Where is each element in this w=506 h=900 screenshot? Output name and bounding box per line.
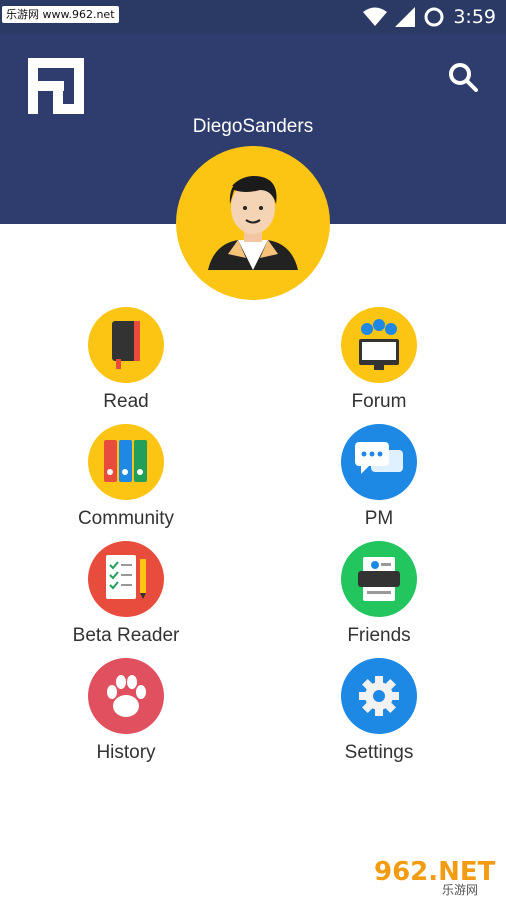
menu-item-history[interactable]: History [41, 658, 211, 770]
menu-label: Friends [347, 625, 411, 646]
contacts-icon [341, 541, 417, 617]
menu-label: Beta Reader [72, 625, 180, 646]
menu-item-read[interactable]: Read [41, 307, 211, 419]
user-avatar-icon [208, 176, 298, 270]
signal-icon [395, 7, 416, 27]
chat-bubbles-icon [341, 424, 417, 500]
watermark-sub: 乐游网 [442, 883, 478, 896]
status-time: 3:59 [453, 6, 496, 28]
gear-icon [341, 658, 417, 734]
menu-item-settings[interactable]: Settings [294, 658, 464, 770]
menu-label: Forum [351, 391, 407, 412]
menu-item-beta-reader[interactable]: Beta Reader [41, 541, 211, 653]
menu-item-pm[interactable]: PM [294, 424, 464, 536]
forum-monitor-icon [341, 307, 417, 383]
status-icons: 3:59 [363, 0, 496, 34]
checklist-pencil-icon [88, 541, 164, 617]
menu-item-community[interactable]: Community [41, 424, 211, 536]
app-logo-icon [28, 58, 84, 114]
menu-label: History [96, 742, 156, 763]
binders-icon [88, 424, 164, 500]
wifi-icon [363, 7, 388, 26]
avatar[interactable] [176, 146, 330, 300]
search-button[interactable] [444, 58, 482, 96]
watermark-logo: 962.NET 乐游网 [370, 852, 500, 897]
menu-label: PM [364, 508, 394, 529]
menu-label: Community [77, 508, 175, 529]
battery-charging-icon [424, 7, 444, 27]
paw-icon [88, 658, 164, 734]
menu-label: Read [103, 391, 149, 412]
username: DiegoSanders [192, 116, 314, 137]
watermark-badge: 乐游网 www.962.net [2, 6, 119, 23]
search-icon [449, 63, 478, 92]
menu-item-forum[interactable]: Forum [294, 307, 464, 419]
menu-item-friends[interactable]: Friends [294, 541, 464, 653]
menu-label: Settings [344, 742, 414, 763]
status-bar: 乐游网 www.962.net 3:59 [0, 0, 506, 34]
notebook-icon [88, 307, 164, 383]
